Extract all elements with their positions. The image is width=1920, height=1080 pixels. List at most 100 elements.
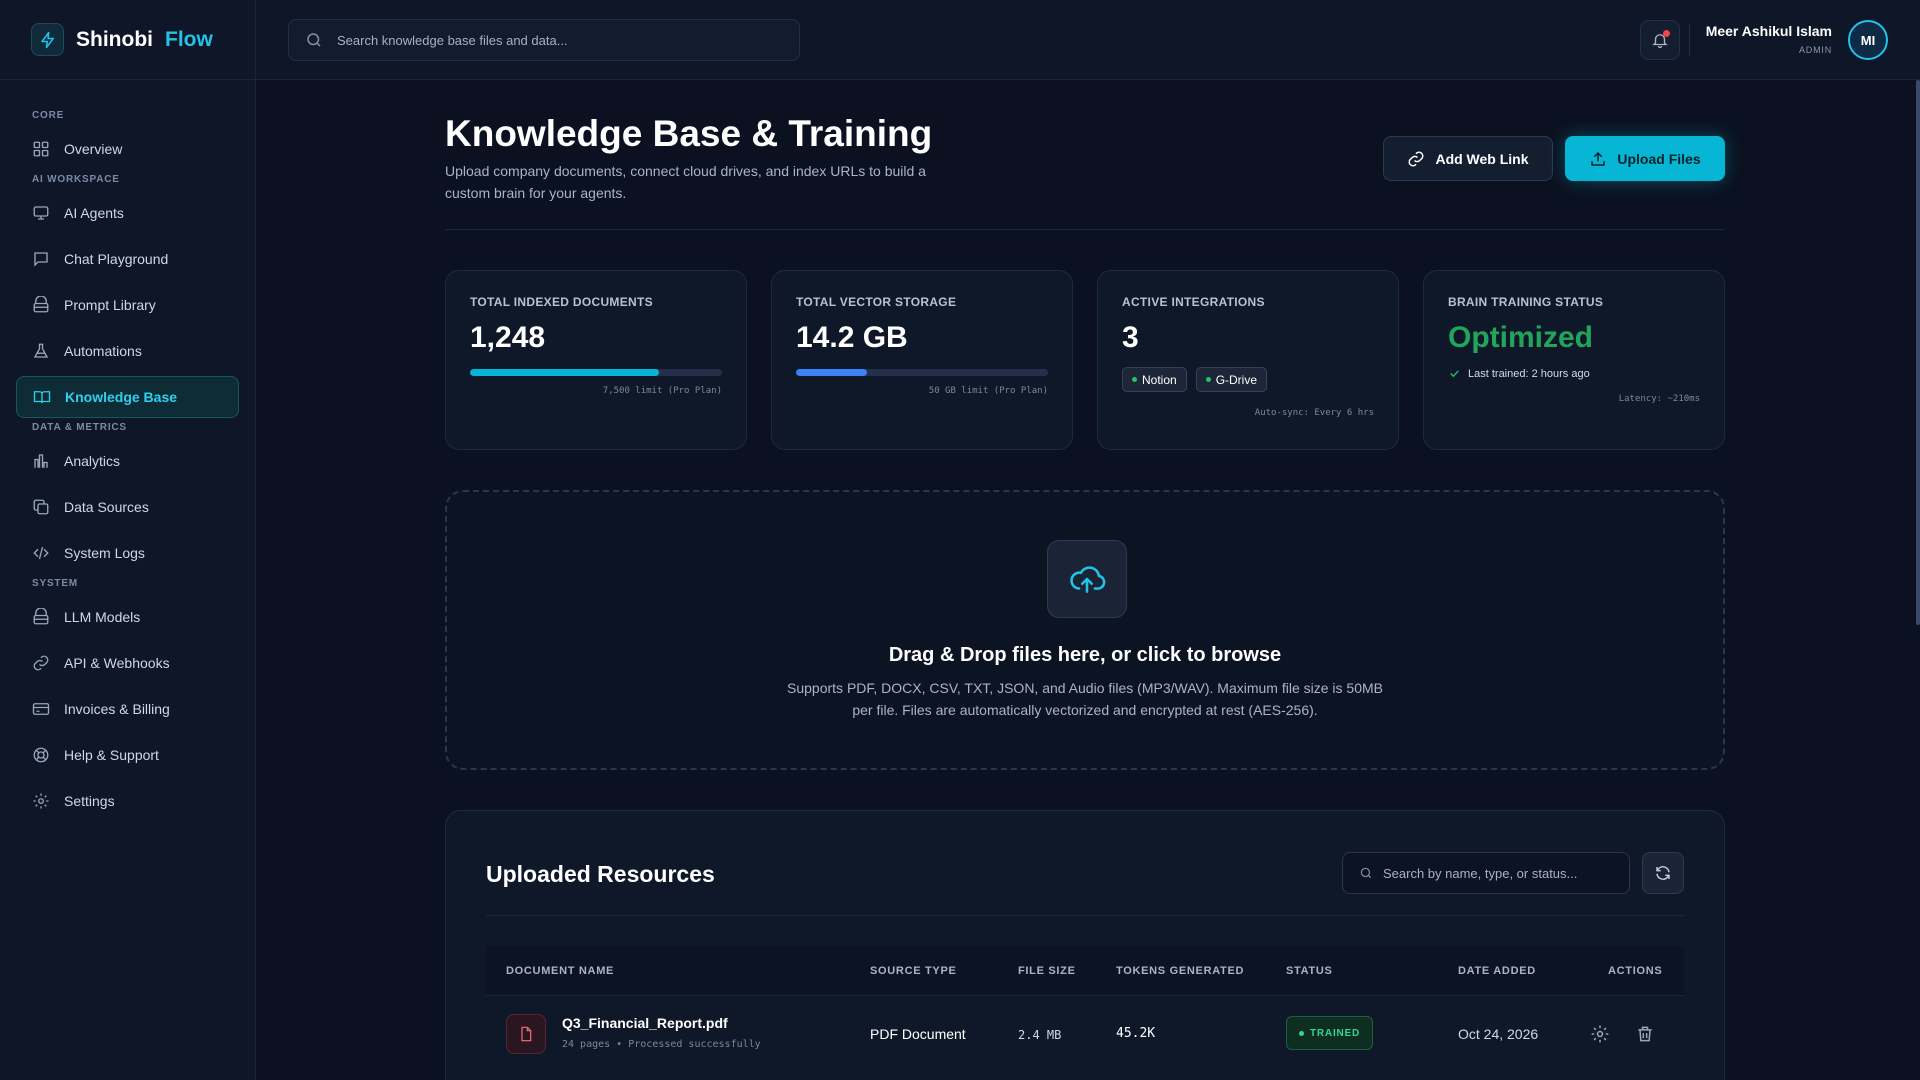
brand-accent: Flow: [165, 27, 213, 51]
sidebar-item-data-sources[interactable]: Data Sources: [16, 486, 239, 528]
search-placeholder: Search knowledge base files and data...: [337, 32, 568, 48]
documents-progress-fill: [470, 369, 659, 376]
integration-chip-gdrive[interactable]: G-Drive: [1195, 367, 1268, 392]
sidebar-item-knowledge-base[interactable]: Knowledge Base: [16, 376, 239, 418]
lifebuoy-icon: [33, 747, 49, 763]
table-header: DOCUMENT NAME SOURCE TYPE FILE SIZE TOKE…: [486, 946, 1684, 996]
section-label-system: SYSTEM: [32, 578, 78, 589]
sidebar-item-automations[interactable]: Automations: [16, 330, 239, 372]
sidebar-item-llm-models[interactable]: LLM Models: [16, 596, 239, 638]
status-label: TRAINED: [1310, 1027, 1361, 1039]
sidebar-item-settings[interactable]: Settings: [16, 780, 239, 822]
link-icon: [33, 655, 49, 671]
col-status[interactable]: STATUS: [1286, 965, 1333, 977]
avatar[interactable]: MI: [1848, 20, 1888, 60]
refresh-button[interactable]: [1642, 852, 1684, 894]
sidebar-item-api-webhooks[interactable]: API & Webhooks: [16, 642, 239, 684]
last-trained-text: Last trained: 2 hours ago: [1468, 367, 1590, 380]
flask-icon: [33, 343, 49, 358]
dropzone-title: Drag & Drop files here, or click to brow…: [888, 644, 1282, 666]
monitor-icon: [33, 206, 49, 220]
sidebar-item-chat-playground[interactable]: Chat Playground: [16, 238, 239, 280]
sidebar-item-system-logs[interactable]: System Logs: [16, 532, 239, 574]
integration-chip-notion[interactable]: Notion: [1122, 367, 1187, 392]
integration-chips: Notion G-Drive: [1122, 367, 1374, 392]
stat-card-documents: TOTAL INDEXED DOCUMENTS 1,248 7,500 limi…: [445, 270, 747, 450]
notification-dot: [1663, 30, 1670, 37]
add-web-link-button[interactable]: Add Web Link: [1383, 136, 1553, 181]
section-label-ai-workspace: AI WORKSPACE: [32, 174, 120, 185]
col-document-name[interactable]: DOCUMENT NAME: [506, 965, 614, 977]
settings-gear-icon[interactable]: [1590, 1024, 1610, 1044]
table-row[interactable]: Q3_Financial_Report.pdf 24 pages • Proce…: [486, 996, 1684, 1072]
source-type: PDF Document: [870, 1026, 966, 1042]
sidebar-item-label: Invoices & Billing: [64, 701, 170, 717]
sidebar-item-prompt-library[interactable]: Prompt Library: [16, 284, 239, 326]
user-name[interactable]: Meer Ashikul Islam: [1706, 23, 1832, 39]
col-file-size[interactable]: FILE SIZE: [1018, 965, 1076, 977]
stat-label: BRAIN TRAINING STATUS: [1448, 295, 1604, 309]
sidebar: Shinobi Flow CORE Overview AI WORKSPACE …: [0, 0, 256, 1080]
section-label-core: CORE: [32, 110, 65, 121]
stat-value: 1,248: [470, 321, 546, 354]
sidebar-item-label: Chat Playground: [64, 251, 169, 267]
stat-label: ACTIVE INTEGRATIONS: [1122, 295, 1265, 309]
sidebar-item-label: AI Agents: [64, 205, 124, 221]
trash-icon[interactable]: [1635, 1024, 1655, 1044]
library-icon: [33, 296, 49, 313]
status-badge: TRAINED: [1286, 1016, 1374, 1050]
stat-label: TOTAL VECTOR STORAGE: [796, 295, 957, 309]
status-dot: [1299, 1030, 1304, 1036]
sidebar-item-overview[interactable]: Overview: [16, 128, 239, 170]
resources-search-input[interactable]: Search by name, type, or status...: [1342, 852, 1630, 894]
search-input[interactable]: Search knowledge base files and data...: [288, 19, 800, 61]
stat-note: Latency: ~210ms: [1618, 394, 1700, 404]
stats-cards: TOTAL INDEXED DOCUMENTS 1,248 7,500 limi…: [445, 270, 1725, 450]
upload-files-label: Upload Files: [1617, 150, 1701, 167]
chat-icon: [34, 252, 48, 267]
resources-divider: [486, 915, 1684, 916]
title-divider: [445, 229, 1725, 230]
sidebar-item-ai-agents[interactable]: AI Agents: [16, 192, 239, 234]
grid-icon: [33, 141, 49, 157]
sidebar-item-label: Help & Support: [64, 747, 159, 763]
pdf-file-icon: [506, 1014, 546, 1054]
sidebar-item-label: API & Webhooks: [64, 655, 170, 671]
sidebar-item-help-support[interactable]: Help & Support: [16, 734, 239, 776]
top-header: Search knowledge base files and data... …: [256, 0, 1920, 80]
sidebar-item-label: Analytics: [64, 453, 121, 469]
sidebar-item-label: System Logs: [64, 545, 145, 561]
file-size: 2.4 MB: [1018, 1028, 1062, 1042]
card-icon: [32, 703, 50, 715]
library-icon: [33, 608, 49, 625]
resources-search-placeholder: Search by name, type, or status...: [1383, 865, 1578, 881]
sidebar-item-label: Automations: [64, 343, 142, 359]
sidebar-item-label: Prompt Library: [64, 297, 156, 313]
uploaded-resources-panel: Uploaded Resources Search by name, type,…: [445, 810, 1725, 1080]
brand-name: Shinobi: [76, 27, 153, 51]
sidebar-nav: CORE Overview AI WORKSPACE AI Agents Cha…: [0, 80, 255, 822]
notifications-button[interactable]: [1640, 20, 1680, 60]
link-icon: [1409, 151, 1424, 166]
sidebar-item-label: Overview: [64, 141, 123, 157]
lightning-logo-icon: [31, 23, 64, 56]
date-added: Oct 24, 2026: [1458, 1026, 1539, 1042]
storage-progress-track: [796, 369, 1048, 376]
stat-card-training: BRAIN TRAINING STATUS Optimized Last tra…: [1423, 270, 1725, 450]
search-icon: [1360, 867, 1372, 879]
page-scrollbar[interactable]: [1916, 80, 1920, 625]
sidebar-item-analytics[interactable]: Analytics: [16, 440, 239, 482]
dropzone-description: Supports PDF, DOCX, CSV, TXT, JSON, and …: [787, 680, 1383, 718]
stat-note: 7,500 limit (Pro Plan): [602, 386, 722, 396]
file-dropzone[interactable]: Drag & Drop files here, or click to brow…: [445, 490, 1725, 770]
col-date-added[interactable]: DATE ADDED: [1458, 965, 1536, 977]
brand[interactable]: Shinobi Flow: [0, 0, 255, 80]
col-source-type[interactable]: SOURCE TYPE: [870, 965, 957, 977]
file-name[interactable]: Q3_Financial_Report.pdf: [562, 1015, 728, 1031]
status-dot: [1132, 377, 1137, 382]
upload-files-button[interactable]: Upload Files: [1565, 136, 1725, 181]
col-tokens-generated[interactable]: TOKENS GENERATED: [1116, 965, 1244, 977]
chip-label: G-Drive: [1215, 372, 1258, 387]
sidebar-item-invoices-billing[interactable]: Invoices & Billing: [16, 688, 239, 730]
stat-value: 14.2 GB: [796, 321, 908, 354]
